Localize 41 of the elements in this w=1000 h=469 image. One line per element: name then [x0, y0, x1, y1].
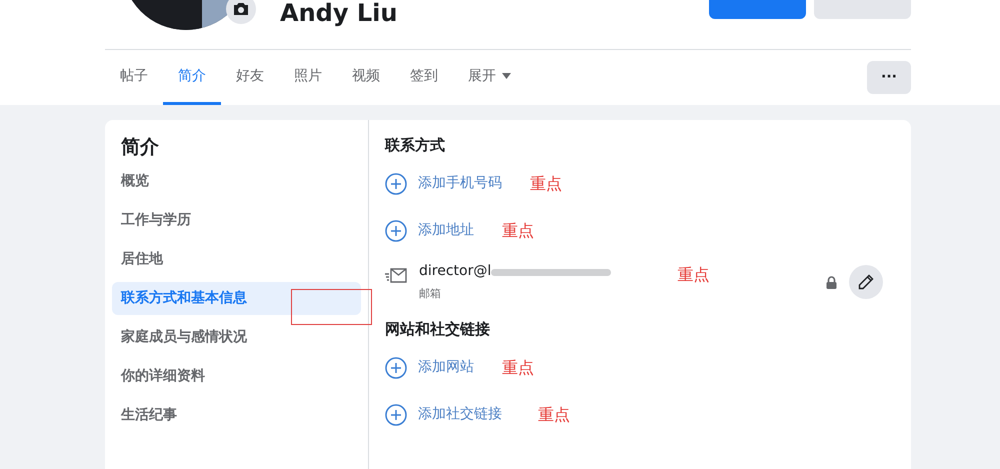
- profile-tab[interactable]: 签到: [395, 50, 453, 105]
- email-label: 邮箱: [419, 286, 442, 302]
- sidebar-item[interactable]: 概览: [112, 165, 361, 198]
- profile-tab[interactable]: 帖子: [105, 50, 163, 105]
- annotation-note: 重点: [502, 220, 534, 242]
- sidebar-item[interactable]: 生活纪事: [112, 399, 361, 432]
- more-button[interactable]: ···: [867, 61, 911, 94]
- section-title: 网站和社交链接: [385, 319, 491, 340]
- add-link[interactable]: 添加地址: [385, 220, 474, 242]
- add-icon: [385, 220, 407, 242]
- profile-tab[interactable]: 好友: [221, 50, 279, 105]
- email-text: director@l: [419, 262, 492, 282]
- sidebar-item[interactable]: 你的详细资料: [112, 360, 361, 393]
- profile-name: Andy Liu: [280, 0, 398, 26]
- camera-icon: [233, 2, 249, 16]
- add-icon: [385, 356, 407, 378]
- annotation-note: 重点: [677, 264, 710, 286]
- add-icon: [385, 404, 407, 426]
- profile-tab[interactable]: 简介: [163, 50, 221, 105]
- profile-tab[interactable]: 展开: [453, 50, 526, 105]
- section-title: 联系方式: [385, 135, 446, 156]
- add-link[interactable]: 添加手机号码: [385, 172, 502, 194]
- annotation-note: 重点: [538, 404, 570, 426]
- sidebar-item[interactable]: 工作与学历: [112, 204, 361, 237]
- edit-button[interactable]: [849, 265, 883, 299]
- pencil-icon: [858, 274, 874, 290]
- sidebar-item[interactable]: 家庭成员与感情状况: [112, 321, 361, 354]
- lock-icon: [826, 276, 837, 288]
- annotation-note: 重点: [502, 356, 534, 378]
- add-link[interactable]: 添加网站: [385, 356, 474, 378]
- camera-button[interactable]: [226, 0, 256, 24]
- caret-icon: [502, 73, 511, 79]
- add-icon: [385, 172, 407, 194]
- sidebar-item[interactable]: 居住地: [112, 243, 361, 276]
- sidebar-title: 简介: [120, 135, 160, 160]
- annotation-note: 重点: [530, 172, 562, 194]
- profile-tab[interactable]: 照片: [279, 50, 337, 105]
- profile-tab[interactable]: 视频: [337, 50, 395, 105]
- envelope-icon: [385, 268, 407, 284]
- add-link[interactable]: 添加社交链接: [385, 404, 502, 426]
- sidebar-item[interactable]: 联系方式和基本信息: [112, 282, 361, 315]
